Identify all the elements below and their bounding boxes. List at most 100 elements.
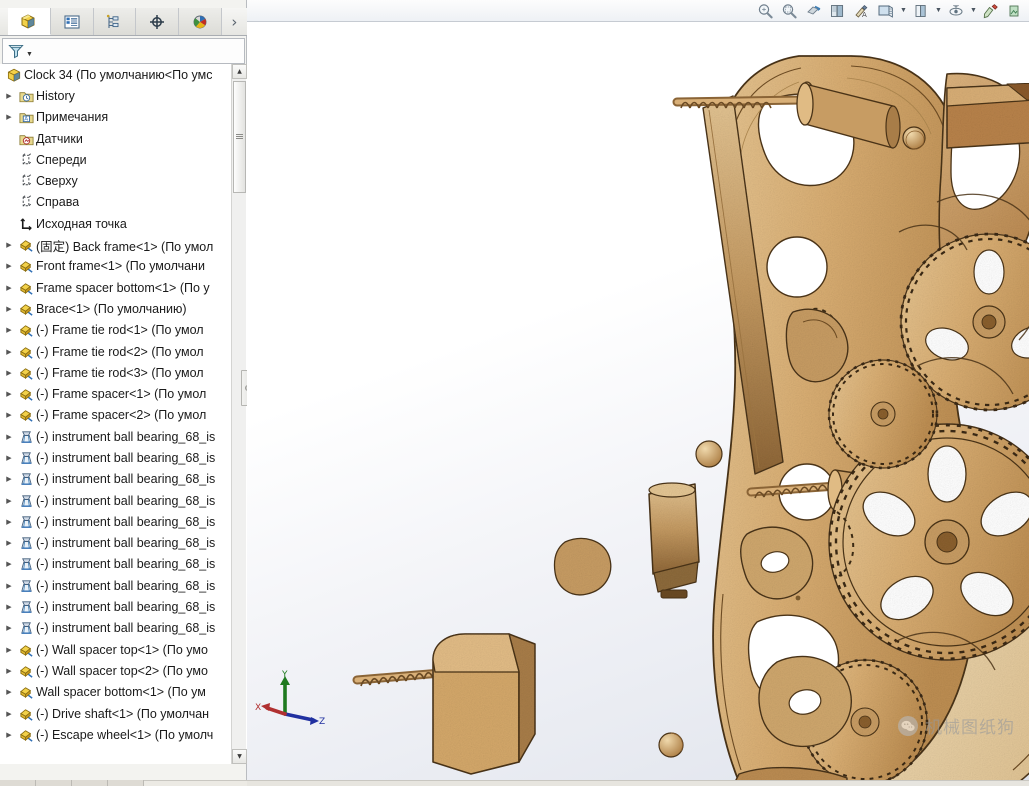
tree-expand-arrow[interactable]: ▶ xyxy=(2,305,16,313)
apply-scene-icon[interactable]: A xyxy=(850,1,874,21)
zoom-to-area-icon[interactable] xyxy=(778,1,802,21)
tree-item-label: History xyxy=(36,88,75,103)
tree-item[interactable]: ▶ (-) instrument ball bearing_68_is xyxy=(0,618,232,639)
tree-item[interactable]: ▶ A Примечания xyxy=(0,107,232,128)
tree-expand-arrow[interactable]: ▶ xyxy=(2,710,16,718)
tree-expand-arrow[interactable]: ▶ xyxy=(2,369,16,377)
tree-expand-arrow[interactable]: ▶ xyxy=(2,284,16,292)
tree-item[interactable]: ▶ Исходная точка xyxy=(0,213,232,234)
tree-item[interactable]: ▶ Frame spacer bottom<1> (По у xyxy=(0,277,232,298)
tab-configuration-manager[interactable] xyxy=(93,8,137,35)
tree-item[interactable]: ▶ (-) instrument ball bearing_68_is xyxy=(0,575,232,596)
tree-item[interactable]: ▶ Сверху xyxy=(0,170,232,191)
tree-expand-arrow[interactable]: ▶ xyxy=(2,560,16,568)
display-style-dropdown-caret[interactable]: ▼ xyxy=(898,1,909,21)
tree-item[interactable]: ▶ (-) Frame tie rod<3> (По умол xyxy=(0,362,232,383)
tree-expand-arrow[interactable]: ▶ xyxy=(2,582,16,590)
tree-item-label: (-) instrument ball bearing_68_is xyxy=(36,621,216,636)
tree-item[interactable]: ▶ (-) instrument ball bearing_68_is xyxy=(0,469,232,490)
tree-expand-arrow[interactable]: ▶ xyxy=(2,454,16,462)
tree-item[interactable]: ▶ (-) instrument ball bearing_68_is xyxy=(0,511,232,532)
tree-expand-arrow[interactable]: ▶ xyxy=(2,688,16,696)
tree-expand-arrow[interactable]: ▶ xyxy=(2,475,16,483)
hide-show-dropdown-caret[interactable]: ▼ xyxy=(933,1,944,21)
tree-item[interactable]: ▶ (-) Frame spacer<1> (По умол xyxy=(0,383,232,404)
tree-expand-arrow[interactable]: ▶ xyxy=(2,433,16,441)
tree-expand-arrow[interactable]: ▶ xyxy=(2,411,16,419)
tree-item[interactable]: ▶ (-) instrument ball bearing_68_is xyxy=(0,596,232,617)
tree-item-label: (-) instrument ball bearing_68_is xyxy=(36,514,216,529)
tree-expand-arrow[interactable]: ▶ xyxy=(2,113,16,121)
tree-item[interactable]: ▶ (-) Escape wheel<1> (По умолч xyxy=(0,724,232,745)
bearing-part-icon xyxy=(16,514,36,530)
tree-expand-arrow[interactable]: ▶ xyxy=(2,326,16,334)
tree-item[interactable]: ▶ Спереди xyxy=(0,149,232,170)
tree-item[interactable]: ▶ (-) Frame spacer<2> (По умол xyxy=(0,405,232,426)
watermark: 机械图纸狗 xyxy=(898,713,1015,738)
tree-item[interactable]: ▶ (-) Frame tie rod<2> (По умол xyxy=(0,341,232,362)
tree-row-list: ▶ History▶ AПримечания▶ Датчики▶ Спереди… xyxy=(0,85,232,745)
tab-property-manager[interactable] xyxy=(50,8,94,35)
hide-show-items-icon[interactable] xyxy=(909,1,933,21)
tree-expand-arrow[interactable]: ▶ xyxy=(2,667,16,675)
tree-item[interactable]: ▶ (-) Frame tie rod<1> (По умол xyxy=(0,320,232,341)
tree-item[interactable]: ▶ Brace<1> (По умолчанию) xyxy=(0,298,232,319)
tree-filter-bar[interactable]: ▼ xyxy=(2,38,245,64)
tree-item[interactable]: ▶ (-) instrument ball bearing_68_is xyxy=(0,447,232,468)
tree-expand-arrow[interactable]: ▶ xyxy=(2,497,16,505)
tree-item[interactable]: ▶ (-) instrument ball bearing_68_is xyxy=(0,426,232,447)
tree-expand-arrow[interactable]: ▶ xyxy=(2,390,16,398)
tree-item-label: (-) Frame tie rod<2> (По умол xyxy=(36,344,204,359)
apply-scene-extra-icon[interactable] xyxy=(1003,1,1027,21)
bearing-part-icon xyxy=(16,493,36,509)
tree-item[interactable]: ▶ History xyxy=(0,85,232,106)
bottom-tab-3[interactable] xyxy=(72,780,108,786)
panel-bottom-tab-strip[interactable] xyxy=(0,780,247,786)
tree-expand-arrow[interactable]: ▶ xyxy=(2,624,16,632)
tree-expand-arrow[interactable]: ▶ xyxy=(2,348,16,356)
tree-expand-arrow[interactable]: ▶ xyxy=(2,731,16,739)
part-icon xyxy=(16,727,36,743)
tree-vertical-scrollbar[interactable]: ▲ ▼ xyxy=(231,64,247,764)
view-orientation-icon[interactable] xyxy=(826,1,850,21)
tree-root-assembly[interactable]: Clock 34 (По умолчанию<По умс xyxy=(0,64,232,85)
design-tree[interactable]: Clock 34 (По умолчанию<По умс ▶ History ▶… xyxy=(0,64,232,764)
tab-appearance-manager[interactable] xyxy=(179,8,222,35)
vscroll-up-arrow[interactable]: ▲ xyxy=(232,64,247,79)
tree-expand-arrow[interactable]: ▶ xyxy=(2,241,16,249)
tree-item[interactable]: ▶ (-) instrument ball bearing_68_is xyxy=(0,533,232,554)
tree-item[interactable]: ▶ (-) Wall spacer top<2> (По умо xyxy=(0,660,232,681)
tree-item[interactable]: ▶ (-) Drive shaft<1> (По умолчан xyxy=(0,703,232,724)
tab-feature-manager-design-tree[interactable] xyxy=(8,8,51,35)
manager-tab-expand-arrow[interactable]: › xyxy=(222,8,247,35)
tree-item[interactable]: ▶ Wall spacer bottom<1> (По ум xyxy=(0,682,232,703)
tree-item[interactable]: ▶ Датчики xyxy=(0,128,232,149)
view-settings-dropdown-caret[interactable]: ▼ xyxy=(968,1,979,21)
zoom-to-fit-icon[interactable] xyxy=(754,1,778,21)
vscroll-thumb[interactable] xyxy=(233,81,246,193)
vscroll-down-arrow[interactable]: ▼ xyxy=(232,749,247,764)
filter-dropdown-caret[interactable]: ▼ xyxy=(26,51,33,58)
tree-item[interactable]: ▶ (-) instrument ball bearing_68_is xyxy=(0,554,232,575)
tree-expand-arrow[interactable]: ▶ xyxy=(2,92,16,100)
graphics-area[interactable]: Y Z X 机械图纸狗 xyxy=(247,22,1029,786)
tree-item[interactable]: ▶ Front frame<1> (По умолчани xyxy=(0,256,232,277)
tree-item[interactable]: ▶ (-) instrument ball bearing_68_is xyxy=(0,490,232,511)
section-view-icon[interactable] xyxy=(802,1,826,21)
tree-expand-arrow[interactable]: ▶ xyxy=(2,518,16,526)
tree-expand-arrow[interactable]: ▶ xyxy=(2,539,16,547)
display-style-icon[interactable] xyxy=(874,1,898,21)
tree-item[interactable]: ▶ (固定) Back frame<1> (По умол xyxy=(0,234,232,255)
tree-expand-arrow[interactable]: ▶ xyxy=(2,262,16,270)
edit-appearance-icon[interactable] xyxy=(979,1,1003,21)
tree-expand-arrow[interactable]: ▶ xyxy=(2,603,16,611)
tree-expand-arrow[interactable]: ▶ xyxy=(2,646,16,654)
tab-display-manager[interactable] xyxy=(136,8,179,35)
tree-item[interactable]: ▶ Справа xyxy=(0,192,232,213)
bottom-tab-1[interactable] xyxy=(0,780,36,786)
view-settings-icon[interactable] xyxy=(944,1,968,21)
tree-item-label: Front frame<1> (По умолчани xyxy=(36,259,205,274)
bottom-tab-4[interactable] xyxy=(108,780,144,786)
bottom-tab-2[interactable] xyxy=(36,780,72,786)
tree-item[interactable]: ▶ (-) Wall spacer top<1> (По умо xyxy=(0,639,232,660)
